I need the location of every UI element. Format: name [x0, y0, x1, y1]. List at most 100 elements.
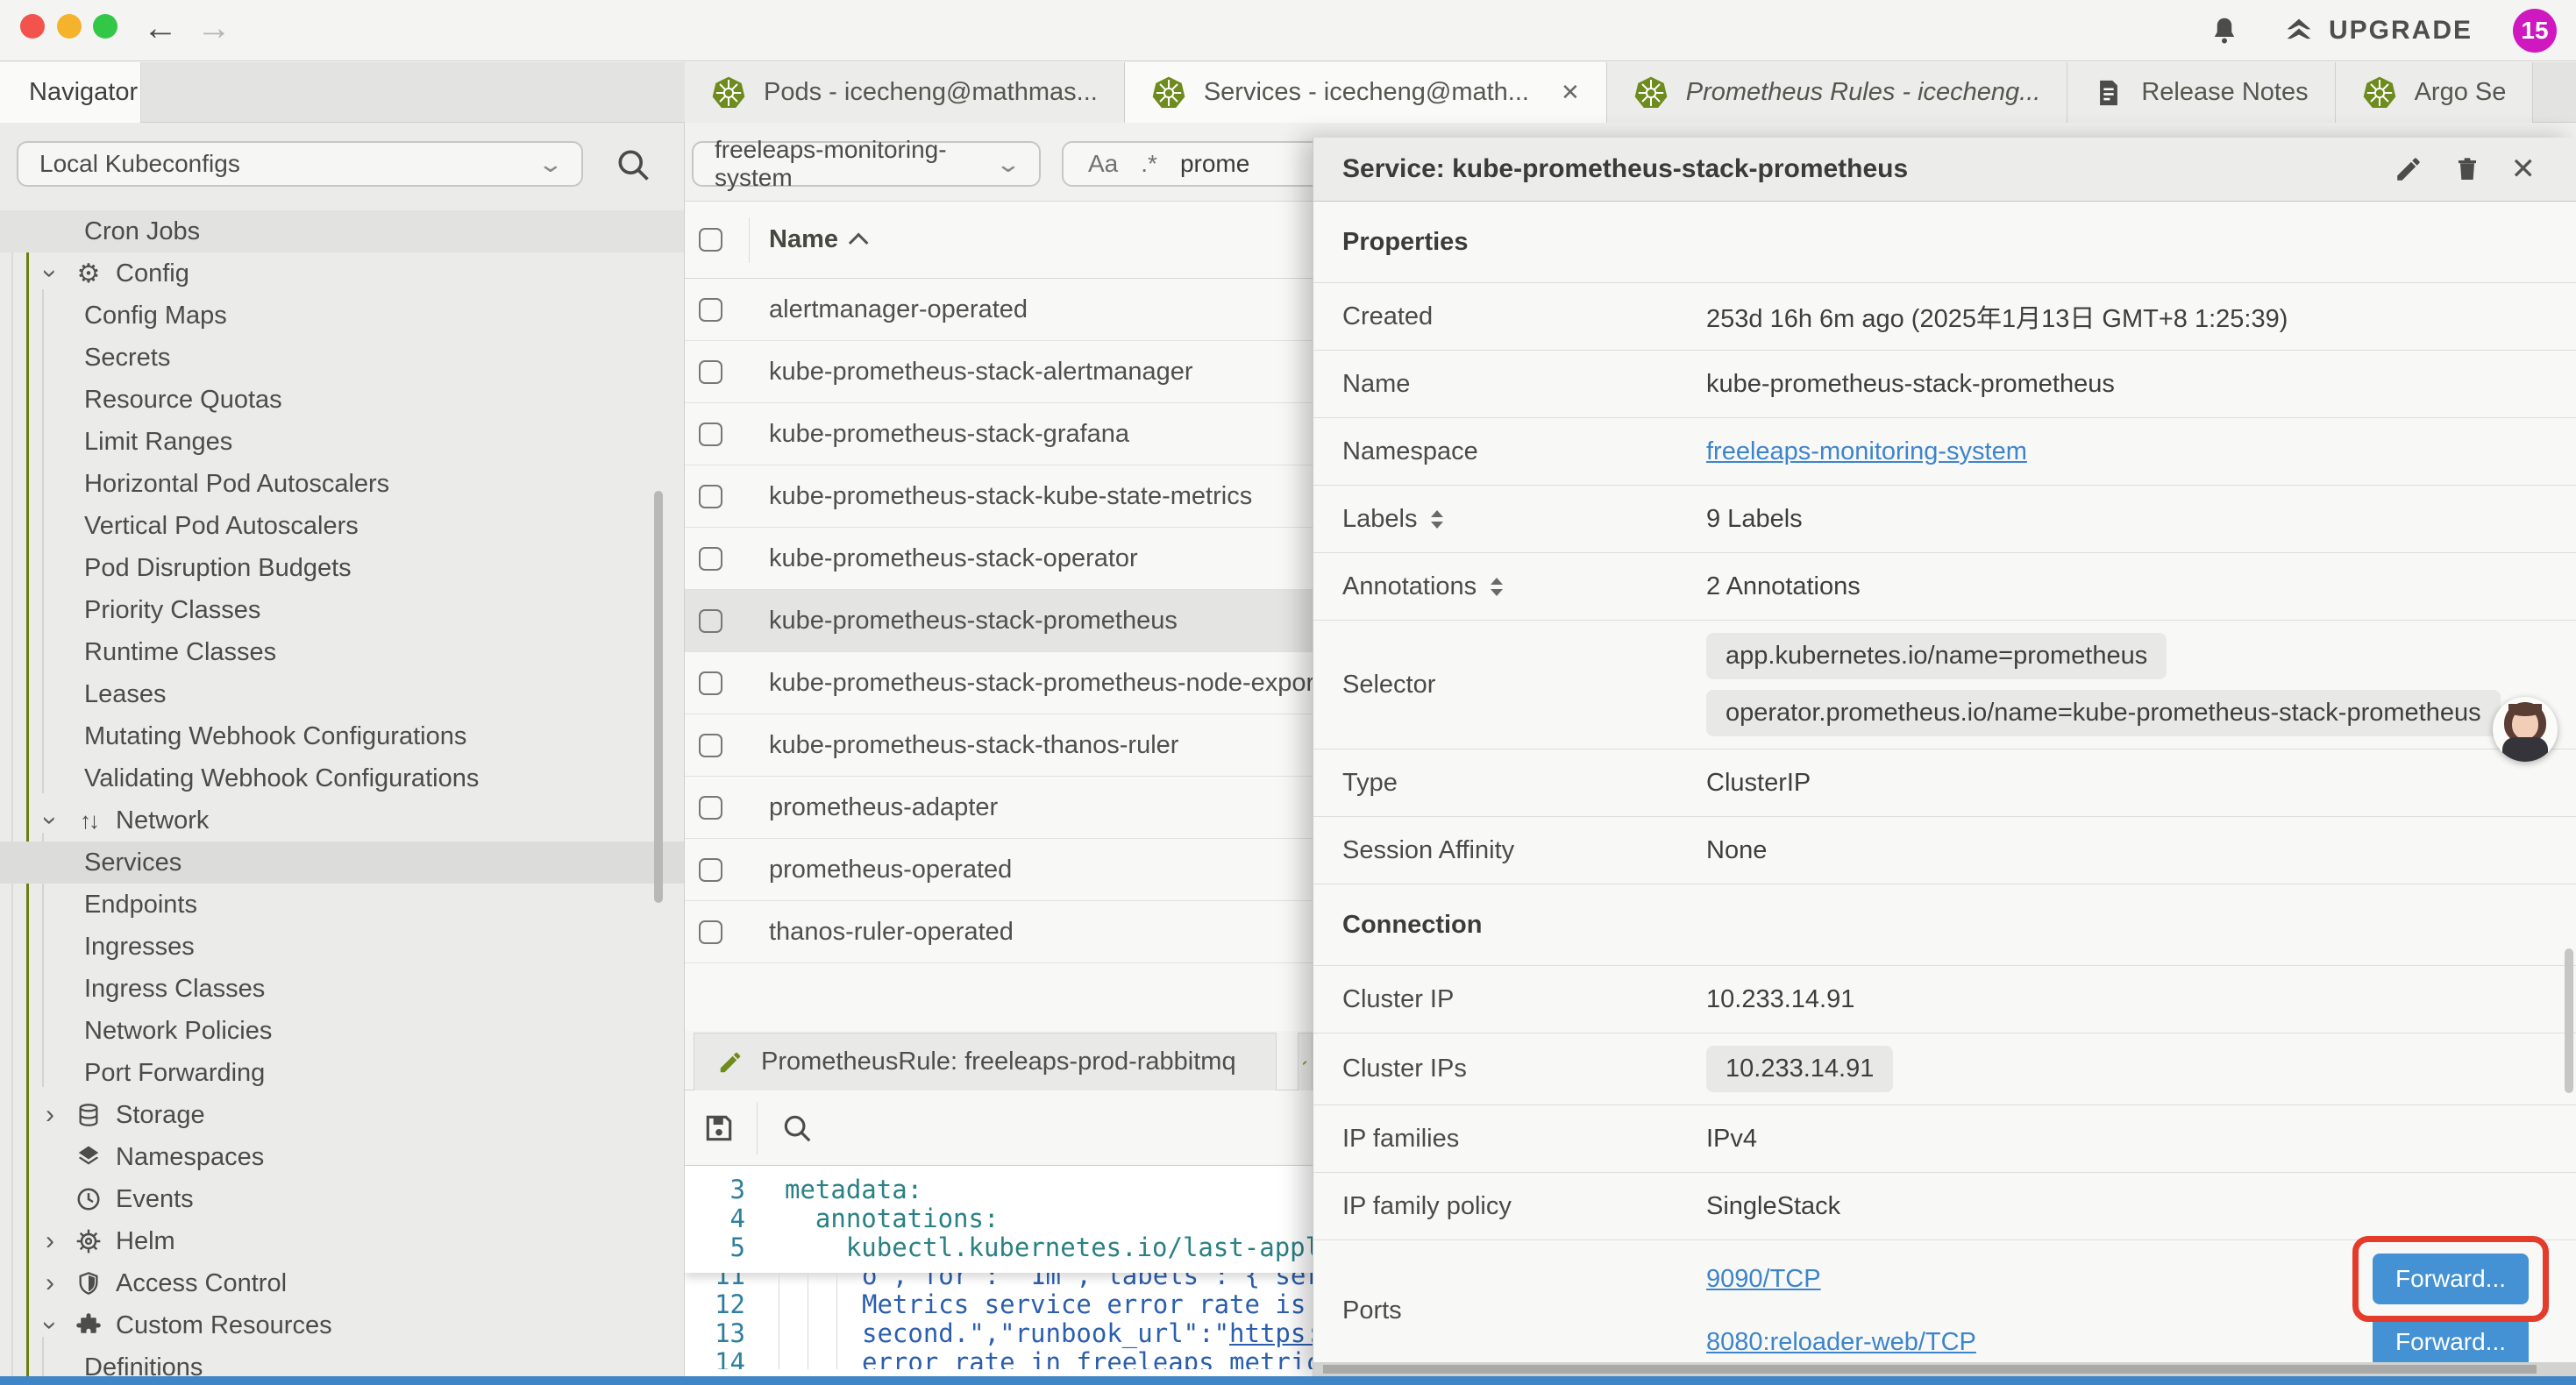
resource-search-input[interactable]: Aa .* prome [1062, 141, 1313, 187]
row-checkbox[interactable] [699, 671, 722, 695]
sidebar-item-pod-disruption-budgets[interactable]: Pod Disruption Budgets [0, 547, 684, 589]
table-row-prometheus-adapter[interactable]: prometheus-adapter [685, 777, 1313, 839]
tab-navigator[interactable]: Navigator [0, 62, 141, 123]
forward-button-1[interactable]: Forward... [2373, 1317, 2529, 1362]
sidebar-item-port-forwarding[interactable]: Port Forwarding [0, 1052, 684, 1094]
user-avatar[interactable] [2493, 697, 2558, 762]
close-icon[interactable]: ✕ [2511, 152, 2537, 187]
sidebar-item-network-policies[interactable]: Network Policies [0, 1010, 684, 1052]
sidebar-item-horizontal-pod-autoscalers[interactable]: Horizontal Pod Autoscalers [0, 463, 684, 505]
sidebar-item-access-control[interactable]: ›Access Control [0, 1262, 684, 1304]
save-icon[interactable] [702, 1112, 736, 1145]
sidebar-item-endpoints[interactable]: Endpoints [0, 884, 684, 926]
sidebar-item-helm[interactable]: ›Helm [0, 1220, 684, 1262]
table-row-thanos-ruler-operated[interactable]: thanos-ruler-operated [685, 901, 1313, 963]
back-button[interactable]: ← [143, 9, 178, 47]
arrows-icon: ↑↓ [74, 807, 103, 835]
chevron-collapsed-icon[interactable]: › [39, 1226, 61, 1256]
window-zoom-button[interactable] [93, 14, 117, 39]
chevron-collapsed-icon[interactable]: › [39, 1100, 61, 1130]
chevron-expanded-icon[interactable]: › [35, 262, 65, 285]
tab-prometheus-rules-icecheng[interactable]: Prometheus Rules - icecheng... [1607, 62, 2068, 123]
column-header-name[interactable]: Name [769, 225, 868, 254]
sidebar-item-custom-resources[interactable]: ›Custom Resources [0, 1304, 684, 1346]
row-checkbox[interactable] [699, 796, 722, 820]
sidebar-item-priority-classes[interactable]: Priority Classes [0, 589, 684, 631]
namespace-selector[interactable]: freeleaps-monitoring-system ⌄ [692, 141, 1041, 187]
table-row-kube-prometheus-stack-prometheus-node-exporter[interactable]: kube-prometheus-stack-prometheus-node-ex… [685, 652, 1313, 714]
delete-icon[interactable] [2453, 153, 2481, 185]
row-checkbox[interactable] [699, 547, 722, 571]
row-checkbox[interactable] [699, 423, 722, 446]
row-checkbox[interactable] [699, 360, 722, 384]
notification-count-badge[interactable]: 15 [2513, 9, 2557, 53]
table-row-kube-prometheus-stack-alertmanager[interactable]: kube-prometheus-stack-alertmanager [685, 341, 1313, 403]
close-tab-icon[interactable]: ✕ [1561, 79, 1580, 106]
chevron-collapsed-icon[interactable]: › [39, 1268, 61, 1298]
port-link-8080-reloader-web-tcp[interactable]: 8080:reloader-web/TCP [1706, 1328, 1976, 1357]
row-checkbox[interactable] [699, 485, 722, 508]
tab-argo-se[interactable]: Argo Se [2336, 62, 2534, 123]
sidebar-item-limit-ranges[interactable]: Limit Ranges [0, 421, 684, 463]
port-link-9090-tcp[interactable]: 9090/TCP [1706, 1265, 1821, 1294]
sidebar-item-config[interactable]: ›⚙Config [0, 252, 684, 295]
sort-updown-icon[interactable] [1431, 510, 1443, 529]
sidebar-item-cron-jobs[interactable]: Cron Jobs [0, 210, 684, 252]
forward-button-0[interactable]: Forward... [2373, 1254, 2529, 1304]
row-checkbox[interactable] [699, 298, 722, 322]
forward-nav-button[interactable]: → [196, 9, 231, 47]
navigator-search-icon[interactable] [614, 146, 652, 184]
search-query-text: prome [1180, 150, 1249, 178]
detail-vertical-scrollbar[interactable] [2565, 948, 2573, 1093]
select-all-checkbox[interactable] [699, 228, 722, 252]
sidebar-item-ingresses[interactable]: Ingresses [0, 926, 684, 968]
table-row-kube-prometheus-stack-prometheus[interactable]: kube-prometheus-stack-prometheus [685, 590, 1313, 652]
match-case-toggle[interactable]: Aa [1088, 150, 1118, 178]
sidebar-item-storage[interactable]: ›Storage [0, 1094, 684, 1136]
sidebar-item-namespaces[interactable]: Namespaces [0, 1136, 684, 1178]
kubeconfig-selector[interactable]: Local Kubeconfigs ⌄ [17, 141, 583, 187]
row-checkbox[interactable] [699, 734, 722, 757]
sort-updown-icon[interactable] [1491, 578, 1503, 596]
sidebar-item-validating-webhook-configurations[interactable]: Validating Webhook Configurations [0, 757, 684, 799]
sidebar-item-runtime-classes[interactable]: Runtime Classes [0, 631, 684, 673]
namespace-link[interactable]: freeleaps-monitoring-system [1706, 437, 2027, 465]
sidebar-item-services[interactable]: Services [0, 842, 684, 884]
row-checkbox[interactable] [699, 920, 722, 944]
editor-search-icon[interactable] [780, 1112, 814, 1145]
sidebar-item-definitions[interactable]: Definitions [0, 1346, 684, 1376]
window-minimize-button[interactable] [57, 14, 82, 39]
yaml-editor[interactable]: 3metadata:4 annotations:5 kubectl.kubern… [685, 1166, 1313, 1376]
detail-horizontal-scrollbar[interactable] [1313, 1362, 2576, 1376]
sidebar-item-config-maps[interactable]: Config Maps [0, 295, 684, 337]
window-close-button[interactable] [20, 14, 45, 39]
edit-icon[interactable] [2394, 154, 2423, 184]
tab-pods-icecheng-mathmas[interactable]: Pods - icecheng@mathmas... [685, 62, 1125, 123]
table-row-kube-prometheus-stack-operator[interactable]: kube-prometheus-stack-operator [685, 528, 1313, 590]
sidebar-item-resource-quotas[interactable]: Resource Quotas [0, 379, 684, 421]
table-row-kube-prometheus-stack-kube-state-metrics[interactable]: kube-prometheus-stack-kube-state-metrics [685, 465, 1313, 528]
tab-release-notes[interactable]: Release Notes [2067, 62, 2335, 123]
tab-services-icecheng-math[interactable]: Services - icecheng@math...✕ [1125, 62, 1607, 123]
upgrade-button[interactable]: UPGRADE [2281, 13, 2473, 48]
table-row-kube-prometheus-stack-thanos-ruler[interactable]: kube-prometheus-stack-thanos-ruler [685, 714, 1313, 777]
sidebar-item-vertical-pod-autoscalers[interactable]: Vertical Pod Autoscalers [0, 505, 684, 547]
sidebar-item-leases[interactable]: Leases [0, 673, 684, 715]
regex-toggle[interactable]: .* [1141, 150, 1157, 178]
sidebar-item-events[interactable]: Events [0, 1178, 684, 1220]
sidebar-item-mutating-webhook-configurations[interactable]: Mutating Webhook Configurations [0, 715, 684, 757]
row-checkbox[interactable] [699, 858, 722, 882]
chevron-expanded-icon[interactable]: › [35, 809, 65, 832]
chevron-expanded-icon[interactable]: › [35, 1314, 65, 1337]
sidebar-item-secrets[interactable]: Secrets [0, 337, 684, 379]
sidebar-scrollbar[interactable] [654, 491, 663, 903]
sidebar-item-ingress-classes[interactable]: Ingress Classes [0, 968, 684, 1010]
table-row-alertmanager-operated[interactable]: alertmanager-operated [685, 279, 1313, 341]
editor-tab-next[interactable] [1298, 1033, 1313, 1090]
table-row-prometheus-operated[interactable]: prometheus-operated [685, 839, 1313, 901]
notifications-bell-icon[interactable] [2208, 13, 2241, 48]
table-row-kube-prometheus-stack-grafana[interactable]: kube-prometheus-stack-grafana [685, 403, 1313, 465]
editor-tab-prometheusrule[interactable]: PrometheusRule: freeleaps-prod-rabbitmq [694, 1033, 1277, 1090]
sidebar-item-network[interactable]: ›↑↓Network [0, 799, 684, 842]
row-checkbox[interactable] [699, 609, 722, 633]
